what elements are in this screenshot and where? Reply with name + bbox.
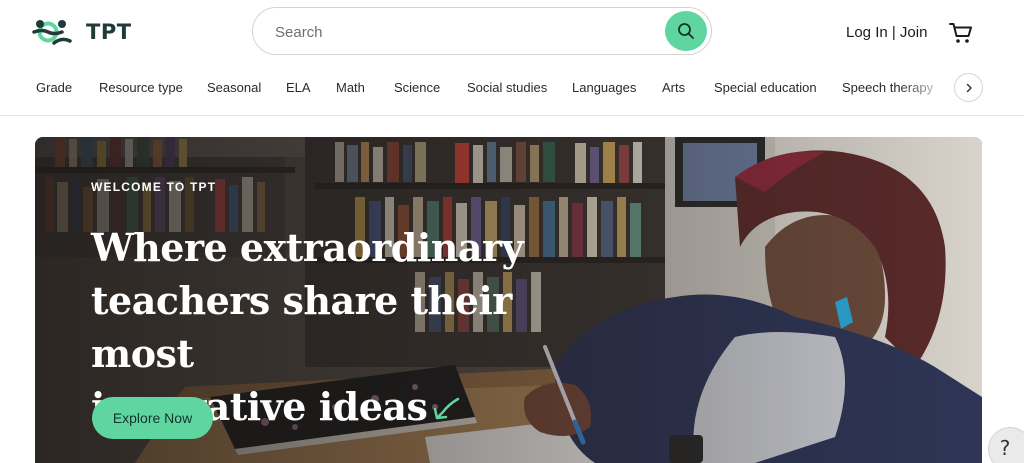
logo-mark-icon <box>32 20 72 45</box>
cart-icon[interactable] <box>948 21 974 45</box>
category-nav: Grade Resource type Seasonal ELA Math Sc… <box>0 66 1024 110</box>
nav-item-grade[interactable]: Grade <box>36 80 72 95</box>
nav-item-resource-type[interactable]: Resource type <box>99 80 183 95</box>
search-input[interactable] <box>275 22 655 42</box>
hero-eyebrow: WELCOME TO TPT <box>91 180 217 194</box>
explore-now-button[interactable]: Explore Now <box>92 397 213 439</box>
nav-item-seasonal[interactable]: Seasonal <box>207 80 261 95</box>
tpt-logo[interactable]: TPT <box>32 17 132 47</box>
nav-item-social-studies[interactable]: Social studies <box>467 80 547 95</box>
nav-item-arts[interactable]: Arts <box>662 80 685 95</box>
logo-wordmark: TPT <box>86 20 132 44</box>
chevron-right-icon <box>966 83 972 92</box>
header-divider <box>0 115 1024 116</box>
search-icon <box>678 23 694 39</box>
nav-item-math[interactable]: Math <box>336 80 365 95</box>
hero-title-line-2: teachers share their most <box>91 278 512 376</box>
hero-title-line-1: Where extraordinary <box>91 225 524 270</box>
search-bar[interactable] <box>252 7 712 55</box>
login-join-link[interactable]: Log In | Join <box>846 24 927 41</box>
nav-item-special-education[interactable]: Special education <box>714 80 817 95</box>
nav-item-ela[interactable]: ELA <box>286 80 311 95</box>
squiggle-arrow-icon <box>434 397 460 420</box>
nav-item-science[interactable]: Science <box>394 80 440 95</box>
search-button[interactable] <box>665 11 707 51</box>
help-button[interactable]: ? <box>988 427 1024 463</box>
nav-fade <box>900 66 950 110</box>
nav-next-button[interactable] <box>954 73 983 102</box>
nav-item-languages[interactable]: Languages <box>572 80 636 95</box>
hero-banner: WELCOME TO TPT Where extraordinary teach… <box>35 137 982 463</box>
site-header: TPT Log In | Join <box>0 0 1024 66</box>
